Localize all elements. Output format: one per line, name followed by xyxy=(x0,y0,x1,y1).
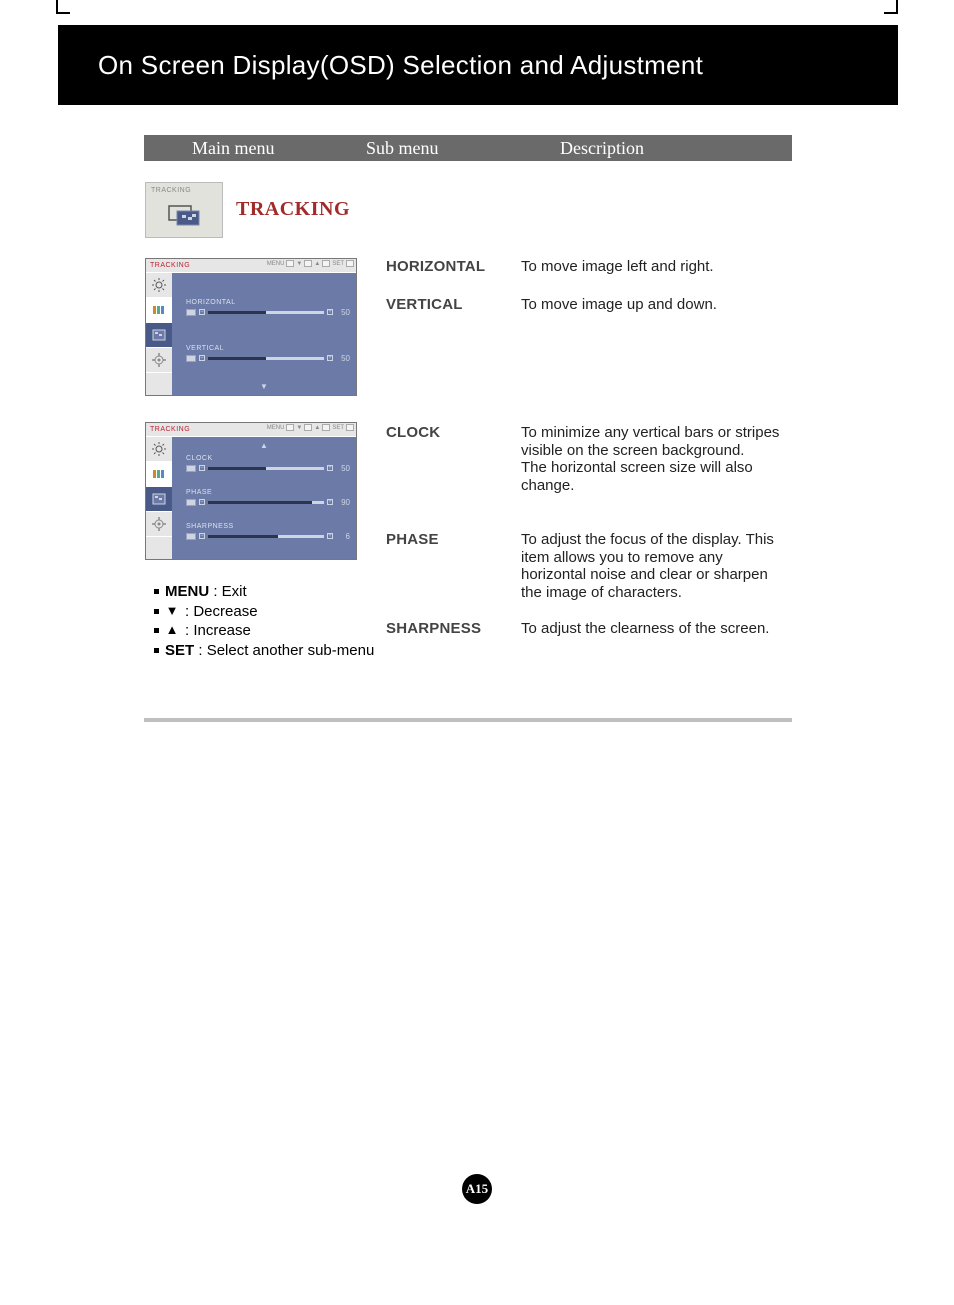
tracking-badge: TRACKING xyxy=(145,182,223,238)
setup-icon xyxy=(146,348,172,373)
desc-vertical: To move image up and down. xyxy=(521,296,784,314)
col-sub: Sub menu xyxy=(366,138,439,159)
desc-sharpness: To adjust the clearness of the screen. xyxy=(521,620,784,638)
tracking-icon xyxy=(168,205,202,227)
color-icon xyxy=(146,298,172,323)
crop-mark-tl xyxy=(56,0,70,14)
legend-set-bold: SET xyxy=(165,642,194,659)
crop-mark-tr xyxy=(884,0,898,14)
osd2-nav: MENU ▼ ▲ SET xyxy=(267,424,354,431)
button-legend: MENU : Exit ▼ : Decrease ▲ : Increase SE… xyxy=(154,582,374,660)
up-triangle-icon: ▲ xyxy=(165,622,179,639)
down-arrow-icon: ▼ xyxy=(260,382,268,391)
down-triangle-icon: ▼ xyxy=(165,603,179,620)
brightness-icon xyxy=(146,437,172,462)
osd1-nav-set: SET xyxy=(332,261,344,267)
col-desc: Description xyxy=(560,138,644,159)
tracking-tab-icon xyxy=(146,323,172,348)
tracking-section-title: TRACKING xyxy=(236,198,350,221)
up-arrow-icon: ▲ xyxy=(260,441,268,450)
sub-sharpness: SHARPNESS xyxy=(386,620,516,637)
osd1-title: TRACKING xyxy=(146,262,190,269)
osd2-nav-set: SET xyxy=(332,425,344,431)
desc-horizontal: To move image left and right. xyxy=(521,258,784,276)
sub-vertical: VERTICAL xyxy=(386,296,516,313)
osd2-title: TRACKING xyxy=(146,426,190,433)
page-number: A15 xyxy=(462,1174,492,1204)
divider xyxy=(144,718,792,722)
column-header-bar: Main menu Sub menu Description xyxy=(144,135,792,161)
osd1-row-vertical: VERTICAL −+50 xyxy=(186,345,350,362)
tracking-badge-label: TRACKING xyxy=(146,183,222,194)
brightness-icon xyxy=(146,273,172,298)
page-title: On Screen Display(OSD) Selection and Adj… xyxy=(98,50,703,81)
setup-icon xyxy=(146,512,172,537)
osd2-row-clock: CLOCK −+50 xyxy=(186,455,350,472)
osd1-nav-menu: MENU xyxy=(267,261,285,267)
desc-clock: To minimize any vertical bars or stripes… xyxy=(521,424,784,495)
legend-decrease: : Decrease xyxy=(185,602,258,622)
legend-menu-text: : Exit xyxy=(209,583,247,600)
legend-increase: : Increase xyxy=(185,621,251,641)
page-header-bar: On Screen Display(OSD) Selection and Adj… xyxy=(58,25,898,105)
col-main: Main menu xyxy=(192,138,275,159)
osd2-row-phase: PHASE −+90 xyxy=(186,489,350,506)
osd2-nav-menu: MENU xyxy=(267,425,285,431)
sub-horizontal: HORIZONTAL xyxy=(386,258,516,275)
tracking-tab-icon xyxy=(146,487,172,512)
color-icon xyxy=(146,462,172,487)
desc-phase: To adjust the focus of the display. This… xyxy=(521,531,784,602)
sub-phase: PHASE xyxy=(386,531,516,548)
osd-screenshot-2: TRACKING MENU ▼ ▲ SET ▲ CLOCK −+50 PHASE xyxy=(145,422,357,560)
legend-menu-bold: MENU xyxy=(165,583,209,600)
osd-screenshot-1: TRACKING MENU ▼ ▲ SET HORIZONTAL −+50 VE… xyxy=(145,258,357,396)
osd1-nav: MENU ▼ ▲ SET xyxy=(267,260,354,267)
osd2-row-sharpness: SHARPNESS −+6 xyxy=(186,523,350,540)
legend-set-text: : Select another sub-menu xyxy=(194,642,374,659)
osd1-row-horizontal: HORIZONTAL −+50 xyxy=(186,299,350,316)
sub-clock: CLOCK xyxy=(386,424,516,441)
